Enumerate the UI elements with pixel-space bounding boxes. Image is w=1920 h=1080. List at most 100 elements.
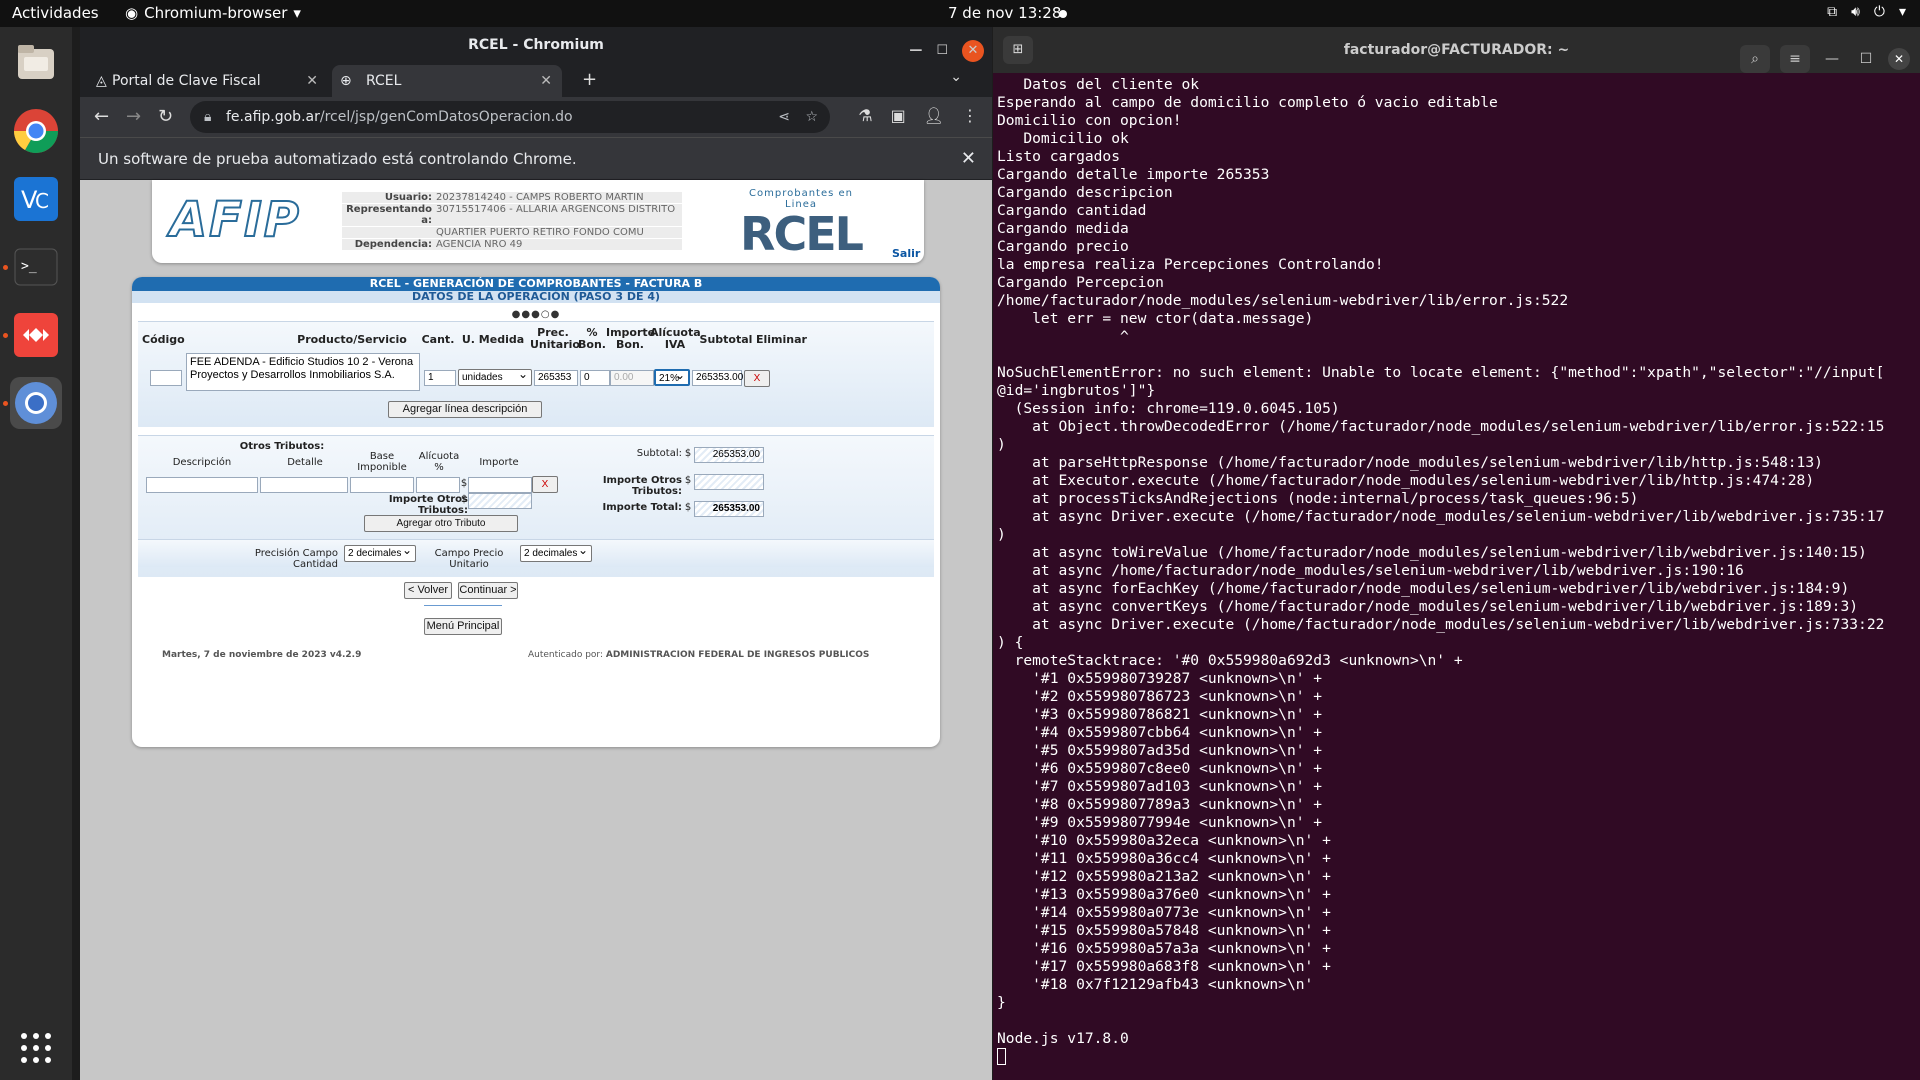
col-eliminar: Eliminar — [756, 333, 807, 346]
close-icon[interactable]: ✕ — [1888, 48, 1910, 70]
eliminar-tributo-button[interactable]: X — [532, 476, 558, 493]
tributo-alicuota-input[interactable] — [416, 477, 460, 493]
terminal-line: at async convertKeys (/home/facturador/n… — [997, 598, 1859, 615]
form-subtitle: DATOS DE LA OPERACIÓN (PASO 3 DE 4) — [132, 291, 940, 303]
codigo-input[interactable] — [150, 370, 182, 386]
dock-chromium[interactable] — [10, 377, 62, 429]
terminal-line: '#13 0x559980a376e0 <unknown>\n' + — [997, 886, 1331, 903]
terminal-output[interactable]: Datos del cliente ok Esperando al campo d… — [997, 76, 1920, 1080]
alicuota-select[interactable]: 21% — [654, 368, 690, 386]
back-icon[interactable]: ← — [94, 106, 109, 127]
terminal-line: ) — [997, 436, 1006, 453]
terminal-line: at processTicksAndRejections (node:inter… — [997, 490, 1639, 507]
bookmark-star-icon[interactable]: ☆ — [805, 101, 818, 133]
tributo-importe-input[interactable] — [468, 477, 532, 493]
user-info: Usuario: 20237814240 - CAMPS ROBERTO MART… — [342, 192, 682, 251]
terminal-line: '#5 0x5599807ad35d <unknown>\n' + — [997, 742, 1323, 759]
precio-input[interactable]: 265353 — [534, 370, 578, 386]
terminal-titlebar[interactable]: ⊞ facturador@FACTURADOR: ~ ⌕ ≡ — ☐ ✕ — [993, 27, 1920, 73]
continuar-button[interactable]: Continuar > — [458, 582, 518, 599]
descripcion-textarea[interactable]: FEE ADENDA - Edificio Studios 10 2 - Ver… — [186, 353, 420, 391]
forward-icon[interactable]: → — [126, 106, 141, 127]
col-codigo: Código — [142, 333, 185, 346]
menu-principal-button[interactable]: Menú Principal — [424, 618, 502, 635]
tributo-descripcion-input[interactable] — [146, 477, 258, 493]
terminal-line: '#4 0x5599807cbb64 <unknown>\n' + — [997, 724, 1323, 741]
window-titlebar[interactable]: RCEL - Chromium — ☐ ✕ — [80, 27, 992, 63]
terminal-line: at async forEachKey (/home/facturador/no… — [997, 580, 1850, 597]
otros-tributos-title: Otros Tributos: — [239, 441, 325, 452]
system-tray[interactable]: ⧉ 🔊︎ ⏻ ▾ — [1827, 4, 1906, 20]
activities-button[interactable]: Actividades — [12, 4, 99, 22]
agregar-linea-button[interactable]: Agregar línea descripción — [388, 401, 542, 418]
profile-icon[interactable]: 👤︎ — [924, 106, 944, 125]
tab-search-icon[interactable]: ⌄ — [950, 69, 962, 85]
new-tab-icon[interactable]: + — [582, 69, 597, 90]
close-window-button[interactable]: ✕ — [962, 40, 984, 62]
terminal-line: at parseHttpResponse (/home/facturador/n… — [997, 454, 1823, 471]
hamburger-menu-icon[interactable]: ≡ — [1780, 45, 1810, 73]
close-infobar-icon[interactable]: ✕ — [961, 138, 976, 180]
share-icon[interactable]: ⋖ — [778, 101, 790, 133]
reload-icon[interactable]: ↻ — [158, 106, 173, 127]
terminal-line: @id='ingbrutos']"} — [997, 382, 1156, 399]
search-icon[interactable]: ⌕ — [1740, 45, 1770, 73]
agregar-tributo-button[interactable]: Agregar otro Tributo — [364, 515, 518, 532]
tab-rcel[interactable]: ⊕ RCEL ✕ — [332, 65, 562, 97]
chromium-icon — [15, 382, 57, 424]
running-indicator — [3, 265, 8, 270]
dock: VC >_ — [0, 27, 72, 1080]
app-menu-label: Chromium-browser — [144, 4, 288, 22]
precision-cantidad-select[interactable]: 2 decimales — [344, 543, 416, 562]
usuario-value: 20237814240 - CAMPS ROBERTO MARTIN — [436, 192, 644, 203]
dock-anydesk[interactable] — [10, 309, 62, 361]
footer-auth: Autenticado por: ADMINISTRACION FEDERAL … — [528, 650, 869, 660]
bonificacion-input[interactable]: 0 — [580, 370, 610, 386]
cantidad-input[interactable]: 1 — [424, 370, 456, 386]
importe-bon-input[interactable]: 0.00 — [610, 370, 654, 386]
tributo-detalle-input[interactable] — [260, 477, 348, 493]
close-tab-icon[interactable]: ✕ — [306, 65, 318, 97]
col-bonif-2: Bon. — [578, 338, 606, 351]
tab-portal-clave-fiscal[interactable]: ◬ Portal de Clave Fiscal ✕ — [88, 65, 328, 97]
url-path: /rcel/jsp/genComDatosOperacion.do — [319, 109, 573, 125]
volver-button[interactable]: < Volver — [404, 582, 452, 599]
chromium-icon: ◉ — [125, 4, 139, 22]
col-importe-bon: Importe Bon. — [606, 327, 655, 351]
dock-vscode[interactable]: VC — [10, 173, 62, 225]
eliminar-linea-button[interactable]: X — [744, 370, 770, 387]
importe-otros-label: Importe Otros Tributos: — [388, 494, 468, 516]
salir-link[interactable]: Salir — [892, 247, 920, 260]
terminal-line: remoteStacktrace: '#0 0x559980a692d3 <un… — [997, 652, 1463, 669]
subtotal-input[interactable]: 265353.00 — [692, 370, 743, 386]
importe-total-field: 265353.00 — [694, 501, 764, 517]
menu-kebab-icon[interactable]: ⋮ — [962, 106, 978, 125]
precision-precio-select[interactable]: 2 decimales — [520, 543, 592, 562]
tributo-base-input[interactable] — [350, 477, 414, 493]
dock-terminal[interactable]: >_ — [10, 241, 62, 293]
umedida-select[interactable]: unidades — [458, 367, 532, 386]
flask-icon[interactable]: ⚗ — [858, 106, 872, 125]
terminal-line: Datos del cliente ok — [997, 76, 1200, 93]
terminal-line: '#17 0x559980a683f8 <unknown>\n' + — [997, 958, 1331, 975]
remote-desktop-icon — [14, 313, 58, 357]
terminal-line: '#9 0x55998077994e <unknown>\n' + — [997, 814, 1323, 831]
otros-col-base: Base Imponible — [352, 451, 412, 473]
close-tab-icon[interactable]: ✕ — [540, 65, 552, 97]
clock[interactable]: 7 de nov 13:28 — [948, 4, 1061, 22]
dock-files[interactable] — [10, 36, 62, 88]
chrome-icon — [14, 109, 58, 153]
address-bar[interactable]: 🔒︎ fe.afip.gob.ar/rcel/jsp/genComDatosOp… — [190, 101, 830, 133]
dock-chrome[interactable] — [10, 105, 62, 157]
gnome-top-bar: Actividades ◉ Chromium-browser ▾ 7 de no… — [0, 0, 1920, 27]
app-menu[interactable]: ◉ Chromium-browser ▾ — [125, 4, 301, 22]
terminal-line: Cargando medida — [997, 220, 1129, 237]
side-panel-icon[interactable]: ▣ — [891, 106, 906, 125]
terminal-line: Cargando detalle importe 265353 — [997, 166, 1270, 183]
new-tab-icon[interactable]: ⊞ — [1003, 36, 1033, 64]
representando-value: 30715517406 - ALLARIA ARGENCONS DISTRITO — [436, 204, 676, 215]
chevron-down-icon: ▾ — [1898, 4, 1906, 20]
show-applications-button[interactable] — [10, 1022, 62, 1074]
col-alicuota-2: IVA — [664, 338, 686, 351]
rcel-wordmark: RCEL — [740, 207, 864, 261]
